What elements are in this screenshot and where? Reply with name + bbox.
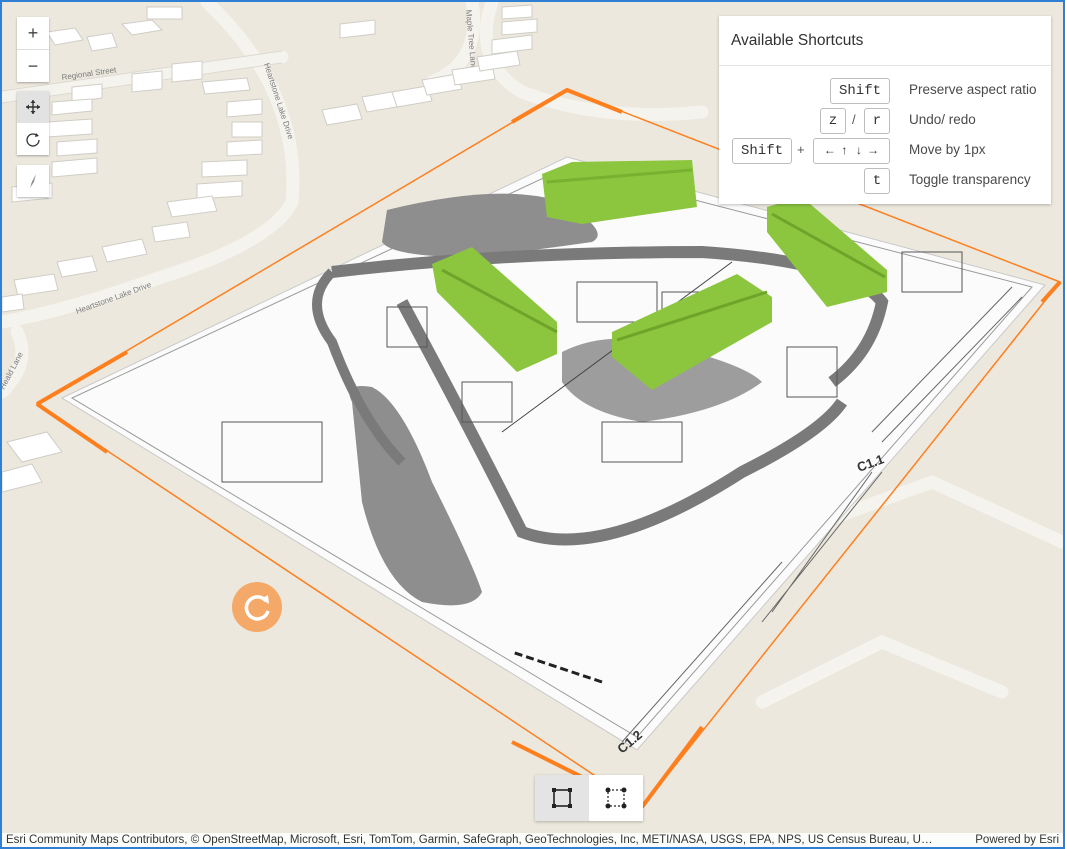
- transform-box-icon: [552, 788, 572, 808]
- shortcut-row: Shift Preserve aspect ratio: [719, 78, 1051, 104]
- shortcut-row: z / r Undo/ redo: [719, 108, 1051, 134]
- pan-button[interactable]: [17, 91, 49, 123]
- shortcut-description: Toggle transparency: [909, 172, 1031, 187]
- key-arrows: ← ↑ ↓ →: [813, 138, 890, 164]
- rotate-handle-icon: [232, 582, 282, 632]
- rotate-button[interactable]: [17, 123, 49, 155]
- reshape-points-icon: [605, 787, 627, 809]
- transform-mode-toolbar: [535, 775, 643, 821]
- rotate-icon: [26, 133, 40, 147]
- zoom-in-button[interactable]: +: [17, 17, 49, 49]
- shortcut-row: t Toggle transparency: [719, 168, 1051, 194]
- rotate-handle[interactable]: [231, 581, 283, 633]
- map-view[interactable]: Regional Street Heartstone Lake Drive He…: [0, 0, 1065, 849]
- shortcut-row: Shift + ← ↑ ↓ → Move by 1px: [719, 138, 1051, 164]
- shortcuts-panel: Available Shortcuts Shift Preserve aspec…: [719, 16, 1051, 204]
- attribution-bar: Esri Community Maps Contributors, © Open…: [2, 833, 1063, 847]
- pan-icon: [26, 100, 40, 114]
- reshape-mode-button[interactable]: [589, 775, 643, 821]
- navigation-toggle: [17, 91, 49, 155]
- compass-icon: [30, 174, 36, 188]
- compass-button[interactable]: [17, 165, 49, 197]
- key-z: z: [820, 108, 846, 134]
- zoom-control: + −: [17, 17, 49, 82]
- key-t: t: [864, 168, 890, 194]
- attribution-text[interactable]: Esri Community Maps Contributors, © Open…: [6, 833, 966, 847]
- panel-title: Available Shortcuts: [719, 16, 1051, 66]
- key-shift: Shift: [830, 78, 890, 104]
- shortcut-description: Undo/ redo: [909, 112, 976, 127]
- shortcut-description: Move by 1px: [909, 142, 986, 157]
- key-shift: Shift: [732, 138, 792, 164]
- powered-by-esri[interactable]: Powered by Esri: [975, 833, 1059, 847]
- shortcut-description: Preserve aspect ratio: [909, 82, 1037, 97]
- transform-mode-button[interactable]: [535, 775, 589, 821]
- key-separator: +: [797, 142, 805, 157]
- zoom-out-button[interactable]: −: [17, 49, 49, 82]
- key-r: r: [864, 108, 890, 134]
- key-separator: /: [852, 112, 856, 127]
- street-label: Heartstone Lake Drive: [262, 62, 295, 141]
